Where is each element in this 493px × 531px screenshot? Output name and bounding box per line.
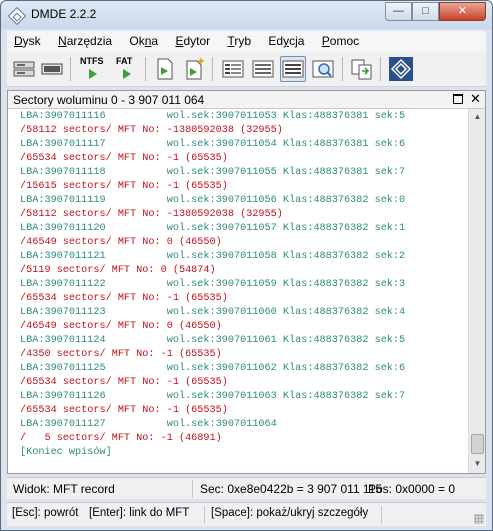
details-view-icon[interactable] xyxy=(250,56,276,82)
listing-line: /65534 sectors/ MFT No: -1 (65535) xyxy=(20,153,228,164)
listing-line: /65534 sectors/ MFT No: -1 (65535) xyxy=(20,293,228,304)
menu-pomoc-post: omoc xyxy=(329,34,360,48)
menu-edycja-post: cja xyxy=(289,34,305,48)
menu-tryb[interactable]: Tryb xyxy=(221,31,259,48)
listing-line: /58112 sectors/ MFT No: -1380592038 (329… xyxy=(20,209,283,220)
toolbar-separator xyxy=(380,57,381,81)
position-status: Pos: 0x0000 = 0 xyxy=(368,482,456,496)
listing-line: /5119 sectors/ MFT No: 0 (54874) xyxy=(20,265,216,276)
menu-narzedzia-hotkey: N xyxy=(58,34,67,48)
listing-line: /65534 sectors/ MFT No: -1 (65535) xyxy=(20,405,228,416)
drive-icon[interactable] xyxy=(11,56,37,82)
listing-line: LBA:3907011120 wol.sek:3907011057 Klas:4… xyxy=(20,223,406,234)
scroll-down-arrow-icon[interactable]: ▼ xyxy=(470,456,485,472)
table-view-icon[interactable] xyxy=(280,56,306,82)
listing-line: LBA:3907011117 wol.sek:3907011054 Klas:4… xyxy=(20,139,406,150)
menu-edycja-pre: Ed xyxy=(268,34,284,48)
listing-line: /46549 sectors/ MFT No: 0 (46550) xyxy=(20,321,222,332)
minimize-button[interactable]: — xyxy=(385,2,412,21)
listing-line: LBA:3907011121 wol.sek:3907011058 Klas:4… xyxy=(20,251,406,262)
listing-line: LBA:3907011119 wol.sek:3907011056 Klas:4… xyxy=(20,195,406,206)
toolbar-separator xyxy=(342,57,343,81)
hint-bar: [Esc]: powrót [Enter]: link do MFT [Spac… xyxy=(7,502,486,526)
menu-okna-pre: Ok xyxy=(129,34,145,48)
hint-link: [Enter]: link do MFT xyxy=(89,507,190,519)
menu-pomoc[interactable]: Pomoc xyxy=(315,31,366,48)
listing-line: / 5 sectors/ MFT No: -1 (46891) xyxy=(20,433,222,444)
resize-grip-icon[interactable] xyxy=(474,514,484,524)
fat-label: FAT xyxy=(116,56,133,66)
listing-line: /65534 sectors/ MFT No: -1 (65535) xyxy=(20,377,228,388)
fat-icon[interactable]: FAT xyxy=(111,56,141,82)
toolbar-separator xyxy=(70,57,71,81)
new-file-icon[interactable] xyxy=(181,56,207,82)
menu-edycja[interactable]: Edycja xyxy=(261,31,311,48)
title-bar[interactable]: DMDE 2.2.2 — □ ✕ xyxy=(1,1,492,29)
menu-edytor-post: dytor xyxy=(183,34,211,48)
menu-okna-post: a xyxy=(151,34,159,48)
listing-line: LBA:3907011126 wol.sek:3907011063 Klas:4… xyxy=(20,391,406,402)
hint-divider xyxy=(381,506,382,524)
ntfs-icon[interactable]: NTFS xyxy=(77,56,109,82)
window-title: DMDE 2.2.2 xyxy=(31,7,97,21)
status-bar: Widok: MFT record Sec: 0xe8e0422b = 3 90… xyxy=(7,477,486,499)
partitions-icon[interactable] xyxy=(39,56,65,82)
listing-line: LBA:3907011125 wol.sek:3907011062 Klas:4… xyxy=(20,363,406,374)
file-icon[interactable] xyxy=(152,56,178,82)
dmde-logo-icon[interactable] xyxy=(388,56,414,82)
menu-tryb-post: ryb xyxy=(234,34,252,48)
listing-line: /15615 sectors/ MFT No: -1 (65535) xyxy=(20,181,228,192)
panel-close-button[interactable]: ✕ xyxy=(470,92,481,105)
menu-narzedzia[interactable]: Narzędzia xyxy=(51,31,119,48)
panel-maximize-button[interactable] xyxy=(453,94,463,104)
sector-listing[interactable]: LBA:3907011116 wol.sek:3907011053 Klas:4… xyxy=(8,109,468,473)
menu-pomoc-hotkey: P xyxy=(321,34,330,48)
close-button[interactable]: ✕ xyxy=(439,2,486,21)
menu-narzedzia-post: arzędzia xyxy=(66,34,113,48)
listing-line: LBA:3907011118 wol.sek:3907011055 Klas:4… xyxy=(20,167,406,178)
sector-status: Sec: 0xe8e0422b = 3 907 011 115 xyxy=(200,482,383,496)
listing-line: LBA:3907011124 wol.sek:3907011061 Klas:4… xyxy=(20,335,406,346)
toolbar-separator xyxy=(212,57,213,81)
hint-details: [Space]: pokaż/ukryj szczegóły xyxy=(211,507,369,519)
listing-line: LBA:3907011116 wol.sek:3907011053 Klas:4… xyxy=(20,111,406,122)
sectors-panel: Sectory woluminu 0 - 3 907 011 064 ✕ LBA… xyxy=(7,90,486,474)
panel-header: Sectory woluminu 0 - 3 907 011 064 ✕ xyxy=(8,91,485,109)
status-divider xyxy=(192,480,193,498)
listing-line: LBA:3907011123 wol.sek:3907011060 Klas:4… xyxy=(20,307,406,318)
toolbar-separator xyxy=(145,57,146,81)
toolbar: NTFS FAT xyxy=(7,51,486,87)
scroll-thumb[interactable] xyxy=(471,434,484,454)
search-view-icon[interactable] xyxy=(310,56,336,82)
panel-title: Sectory woluminu 0 - 3 907 011 064 xyxy=(13,93,205,107)
maximize-button[interactable]: □ xyxy=(412,2,439,21)
menu-edytor[interactable]: Edytor xyxy=(168,31,217,48)
listing-line: LBA:3907011127 wol.sek:3907011064 xyxy=(20,419,277,430)
menu-dysk[interactable]: Dysk xyxy=(7,31,48,48)
listing-line: /46549 sectors/ MFT No: 0 (46550) xyxy=(20,237,222,248)
ntfs-label: NTFS xyxy=(80,56,104,66)
listing-line: [Koniec wpisów] xyxy=(20,447,112,458)
dmde-app-icon[interactable] xyxy=(7,6,27,26)
listing-line: /4350 sectors/ MFT No: -1 (65535) xyxy=(20,349,222,360)
hint-back: [Esc]: powrót xyxy=(12,507,79,519)
hint-divider xyxy=(204,506,205,524)
listing-line: LBA:3907011122 wol.sek:3907011059 Klas:4… xyxy=(20,279,406,290)
list-view-icon[interactable] xyxy=(220,56,246,82)
menu-bar: Dysk Narzędzia Okna Edytor Tryb Edycja P… xyxy=(7,31,486,51)
menu-okna[interactable]: Okna xyxy=(122,31,165,48)
view-mode-status: Widok: MFT record xyxy=(13,482,115,496)
dmde-window: DMDE 2.2.2 — □ ✕ Dysk Narzędzia Okna Edy… xyxy=(0,0,493,531)
copy-icon[interactable] xyxy=(349,56,375,82)
menu-dysk-hotkey: D xyxy=(14,34,23,48)
listing-line: /58112 sectors/ MFT No: -1380592038 (329… xyxy=(20,125,283,136)
vertical-scrollbar[interactable]: ▲ ▼ xyxy=(468,109,485,473)
scroll-up-arrow-icon[interactable]: ▲ xyxy=(470,109,485,125)
menu-dysk-post: ysk xyxy=(22,34,41,48)
